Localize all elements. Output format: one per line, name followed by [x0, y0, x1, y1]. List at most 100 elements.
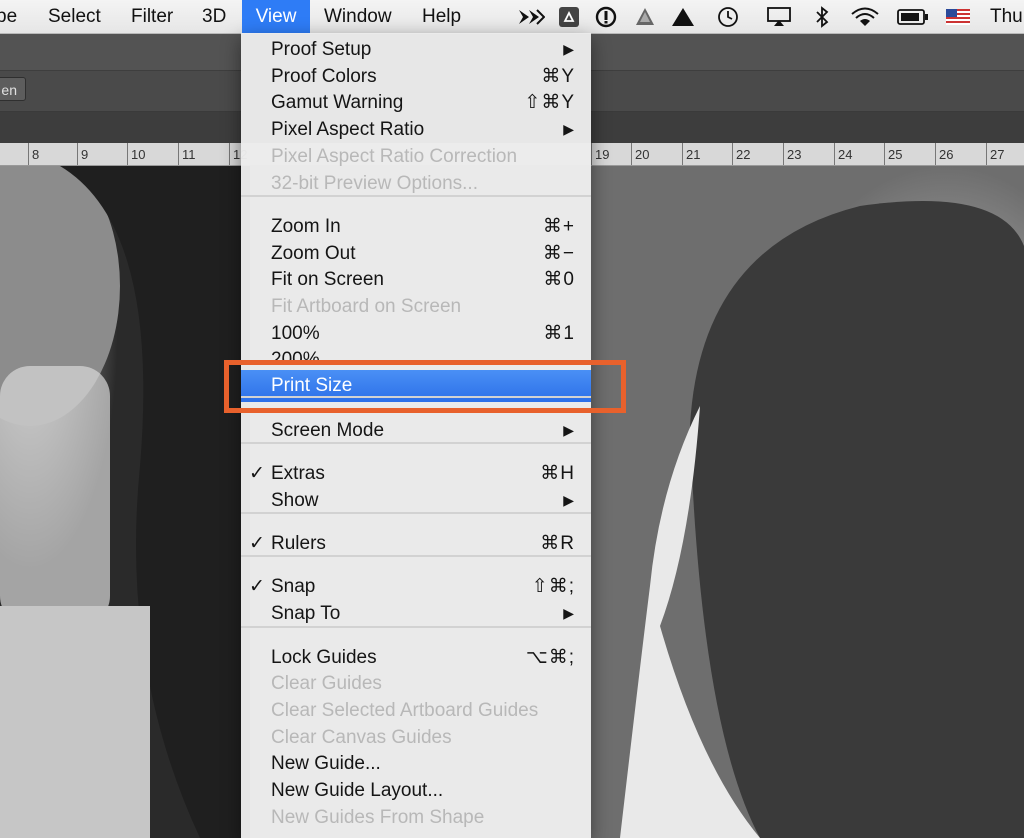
- menu-separator: [241, 195, 591, 197]
- menu-item-show[interactable]: Show ▶: [241, 487, 591, 514]
- submenu-arrow-icon: ▶: [563, 605, 574, 621]
- menu-item-shortcut: ⌥⌘;: [525, 647, 575, 668]
- menu-item-gamut-warning[interactable]: Gamut Warning ⇧⌘Y: [241, 89, 591, 116]
- menu-item-label: Pixel Aspect Ratio Correction: [271, 146, 518, 167]
- ruler-tick: [591, 143, 592, 165]
- menu-item-snap-to[interactable]: Snap To ▶: [241, 600, 591, 627]
- triangle-icon[interactable]: [670, 0, 696, 33]
- menu-window[interactable]: Window: [324, 0, 392, 33]
- menu-item-label: Gamut Warning: [271, 92, 404, 113]
- menu-item-proof-setup[interactable]: Proof Setup ▶: [241, 36, 591, 63]
- checkmark-icon: ✓: [249, 533, 265, 554]
- menu-item-clear-selected-artboard-guides: Clear Selected Artboard Guides: [241, 697, 591, 724]
- menu-item-shortcut: ⇧⌘Y: [524, 92, 575, 113]
- ruler-tick: [178, 143, 179, 165]
- menu-filter[interactable]: Filter: [131, 0, 173, 33]
- menu-item-lock-guides[interactable]: Lock Guides ⌥⌘;: [241, 644, 591, 671]
- menu-item-label: Snap: [271, 576, 316, 597]
- menu-item-pixel-aspect-ratio-correction: Pixel Aspect Ratio Correction: [241, 143, 591, 170]
- menu-3d[interactable]: 3D: [202, 0, 226, 33]
- menu-separator: [241, 442, 591, 444]
- menu-item-label: Proof Colors: [271, 66, 377, 87]
- menu-item-new-guides-from-shape: New Guides From Shape: [241, 804, 591, 831]
- ruler-tick-label: 20: [635, 147, 650, 162]
- ruler-tick-label: 8: [32, 147, 40, 162]
- menu-item-shortcut: ⌘R: [540, 533, 575, 554]
- menu-item-label: Zoom In: [271, 216, 341, 237]
- ruler-tick: [783, 143, 784, 165]
- highlight-callout-box: [224, 360, 626, 413]
- ruler-tick-label: 23: [787, 147, 802, 162]
- ruler-tick: [935, 143, 936, 165]
- ruler-tick-label: 21: [686, 147, 701, 162]
- menu-item-extras[interactable]: ✓ Extras ⌘H: [241, 460, 591, 487]
- menu-item-screen-mode[interactable]: Screen Mode ▶: [241, 417, 591, 444]
- us-flag-icon[interactable]: [944, 0, 972, 33]
- menu-item-zoom-out[interactable]: Zoom Out ⌘−: [241, 240, 591, 267]
- bluetooth-icon[interactable]: [810, 0, 834, 33]
- ruler-tick-label: 24: [838, 147, 853, 162]
- arrows-icon[interactable]: [516, 0, 546, 33]
- wifi-icon[interactable]: [848, 0, 882, 33]
- menu-photoshop-type[interactable]: pe: [0, 0, 17, 33]
- ruler-tick-label: 26: [939, 147, 954, 162]
- menu-item-shortcut: ⇧⌘;: [531, 576, 575, 597]
- view-menu: Proof Setup ▶ Proof Colors ⌘Y Gamut Warning ⇧…: [241, 33, 591, 838]
- menu-item-fit-on-screen[interactable]: Fit on Screen ⌘0: [241, 266, 591, 293]
- menu-item-label: Proof Setup: [271, 39, 372, 60]
- menu-item-label: Fit on Screen: [271, 269, 384, 290]
- ruler-tick-label: 19: [595, 147, 610, 162]
- menu-item-fit-artboard-on-screen: Fit Artboard on Screen: [241, 293, 591, 320]
- ruler-tick: [834, 143, 835, 165]
- ruler-tick-label: 25: [888, 147, 903, 162]
- menu-separator: [241, 626, 591, 628]
- menu-item-pixel-aspect-ratio[interactable]: Pixel Aspect Ratio ▶: [241, 116, 591, 143]
- menu-item-label: New Guides From Shape: [271, 807, 485, 828]
- menu-bar: pe Select Filter 3D View Window Help Thu: [0, 0, 1024, 34]
- ruler-tick: [884, 143, 885, 165]
- ruler-tick: [986, 143, 987, 165]
- google-drive-icon[interactable]: [556, 0, 582, 33]
- ruler-tick: [28, 143, 29, 165]
- menu-item-clear-canvas-guides: Clear Canvas Guides: [241, 724, 591, 751]
- ruler-tick: [682, 143, 683, 165]
- menu-item-proof-colors[interactable]: Proof Colors ⌘Y: [241, 63, 591, 90]
- menu-item-shortcut: ⌘0: [543, 269, 575, 290]
- menu-item-label: Snap To: [271, 603, 341, 624]
- battery-icon[interactable]: [896, 0, 930, 33]
- menu-help[interactable]: Help: [422, 0, 461, 33]
- menu-item-label: Screen Mode: [271, 420, 385, 441]
- menu-item-clear-guides: Clear Guides: [241, 670, 591, 697]
- menu-item-label: Zoom Out: [271, 243, 356, 264]
- menu-item-label: Extras: [271, 463, 325, 484]
- menu-item-snap[interactable]: ✓ Snap ⇧⌘;: [241, 573, 591, 600]
- options-button[interactable]: en: [0, 77, 26, 101]
- menu-view[interactable]: View: [242, 0, 310, 33]
- menu-item-rulers[interactable]: ✓ Rulers ⌘R: [241, 530, 591, 557]
- menu-item-new-guide[interactable]: New Guide...: [241, 750, 591, 777]
- clock[interactable]: Thu: [990, 0, 1023, 33]
- ruler-tick: [77, 143, 78, 165]
- ruler-tick-label: 22: [736, 147, 751, 162]
- menu-item-label: Clear Guides: [271, 673, 382, 694]
- ruler-tick-label: 11: [182, 147, 196, 162]
- menu-item-label: Lock Guides: [271, 647, 377, 668]
- menu-item-shortcut: ⌘1: [543, 323, 575, 344]
- menu-item-shortcut: ⌘H: [540, 463, 575, 484]
- menu-item-label: Pixel Aspect Ratio: [271, 119, 425, 140]
- menu-item-new-guide-layout[interactable]: New Guide Layout...: [241, 777, 591, 804]
- menu-item-100[interactable]: 100% ⌘1: [241, 320, 591, 347]
- ruler-tick: [631, 143, 632, 165]
- submenu-arrow-icon: ▶: [563, 41, 574, 57]
- airplay-icon[interactable]: [764, 0, 794, 33]
- menu-item-label: 32-bit Preview Options...: [271, 173, 478, 194]
- time-machine-icon[interactable]: [714, 0, 742, 33]
- cloud-app-icon[interactable]: [632, 0, 658, 33]
- menu-select[interactable]: Select: [48, 0, 101, 33]
- menu-item-label: Fit Artboard on Screen: [271, 296, 462, 317]
- checkmark-icon: ✓: [249, 463, 265, 484]
- menu-item-zoom-in[interactable]: Zoom In ⌘+: [241, 213, 591, 240]
- info-circle-icon[interactable]: [593, 0, 619, 33]
- menu-item-shortcut: ⌘−: [542, 243, 575, 264]
- ruler-tick: [127, 143, 128, 165]
